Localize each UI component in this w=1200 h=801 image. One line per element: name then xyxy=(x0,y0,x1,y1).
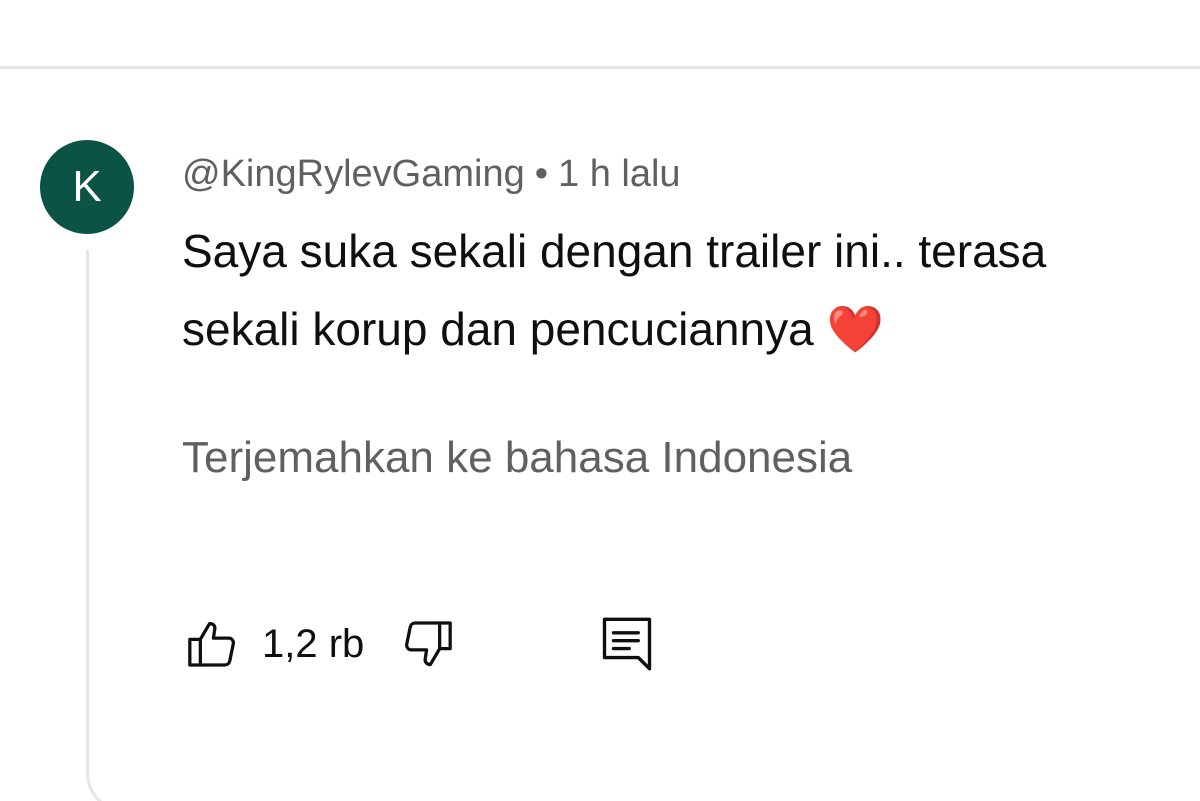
thread-line xyxy=(86,250,135,801)
top-divider xyxy=(0,66,1200,69)
reply-button[interactable] xyxy=(600,614,654,674)
thumbs-up-icon xyxy=(184,616,240,672)
translate-link[interactable]: Terjemahkan ke bahasa Indonesia xyxy=(182,428,852,488)
comment-actions: 1,2 rb xyxy=(184,612,654,676)
comment-text-line-2-wrap: sekali korup dan pencuciannya ❤️ xyxy=(182,290,1200,368)
comment-page: K @KingRylevGaming • 1 h lalu Saya suka se… xyxy=(0,0,1200,801)
avatar[interactable]: K xyxy=(40,140,134,234)
comment-text-line-1: Saya suka sekali dengan trailer ini.. te… xyxy=(182,225,1047,277)
avatar-letter: K xyxy=(72,162,102,211)
comment: @KingRylevGaming • 1 h lalu Saya suka seka… xyxy=(182,148,1200,368)
thumbs-down-icon xyxy=(400,616,456,672)
comment-text-line-2: sekali korup dan pencuciannya xyxy=(182,303,814,355)
comment-text: Saya suka sekali dengan trailer ini.. te… xyxy=(182,212,1200,368)
comment-reply-icon xyxy=(600,614,654,674)
like-count: 1,2 rb xyxy=(262,621,365,666)
like-button[interactable]: 1,2 rb xyxy=(184,616,364,672)
meta-separator: • xyxy=(534,153,549,195)
comment-meta: @KingRylevGaming • 1 h lalu xyxy=(182,148,1200,200)
heart-emoji: ❤️ xyxy=(826,303,884,355)
dislike-button[interactable] xyxy=(400,616,456,672)
comment-time[interactable]: 1 h lalu xyxy=(558,153,681,195)
comment-author[interactable]: @KingRylevGaming xyxy=(182,153,525,195)
